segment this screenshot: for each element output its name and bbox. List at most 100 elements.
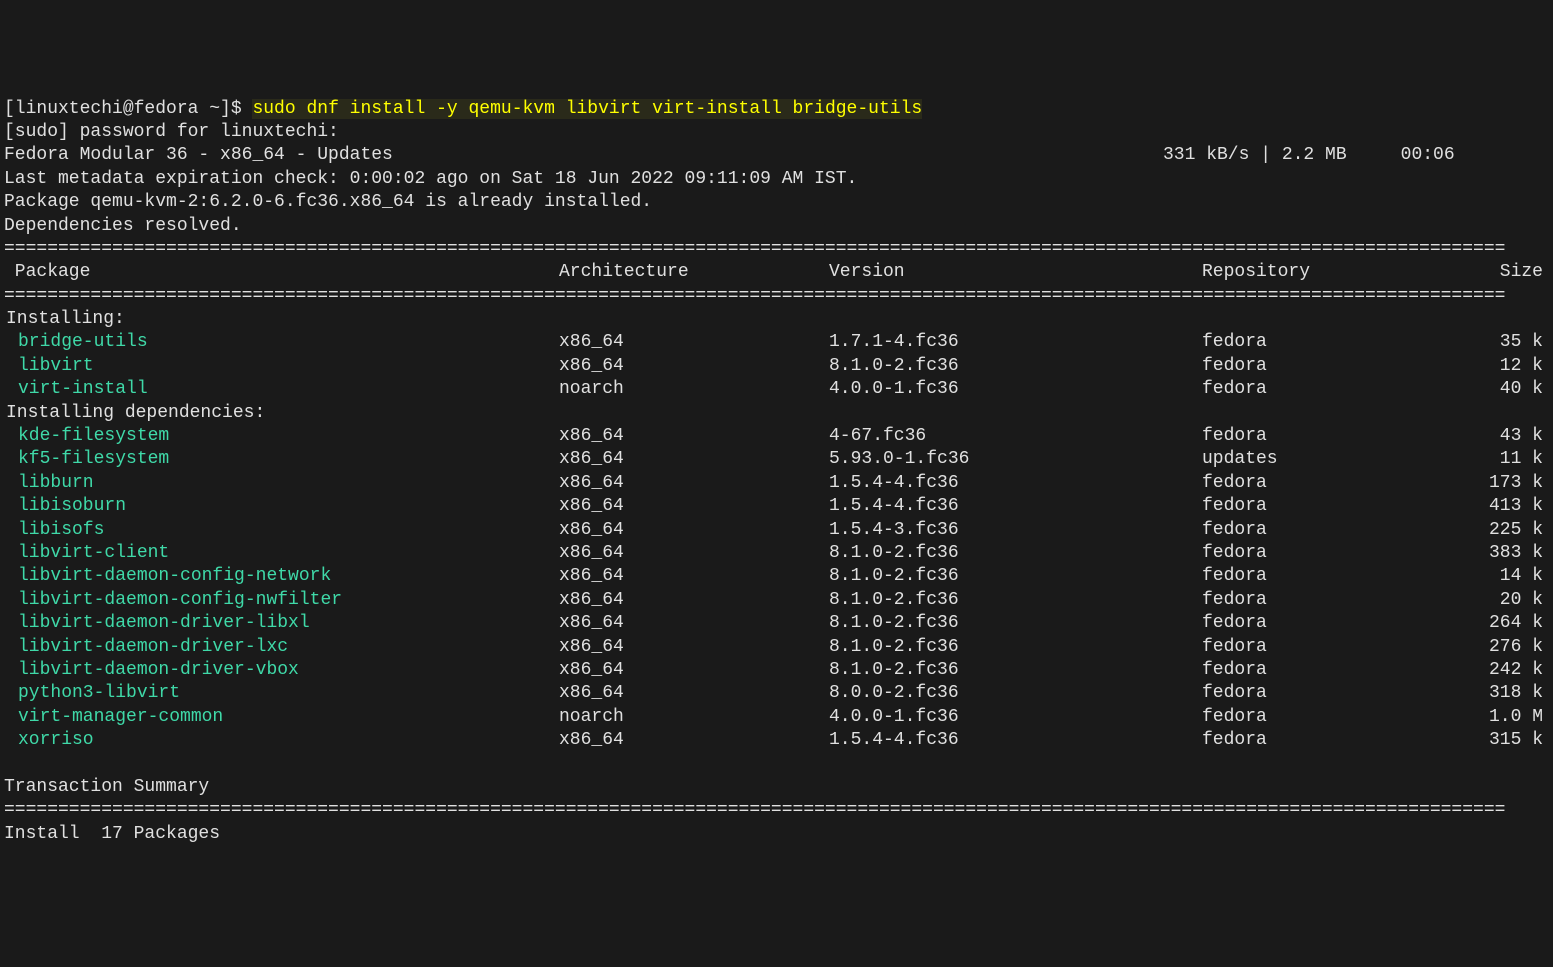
pkg-version: 8.1.0-2.fc36 — [829, 542, 1202, 565]
pkg-arch: x86_64 — [559, 729, 829, 752]
pkg-repo: fedora — [1202, 472, 1477, 495]
pkg-size: 14 k — [1477, 565, 1543, 588]
pkg-version: 1.5.4-4.fc36 — [829, 495, 1202, 518]
pkg-size: 12 k — [1477, 355, 1543, 378]
table-row: libvirtx86_648.1.0-2.fc36fedora12 k — [4, 355, 1549, 378]
table-header: PackageArchitectureVersionRepositorySize — [4, 261, 1549, 284]
pkg-arch: x86_64 — [559, 355, 829, 378]
pkg-version: 1.7.1-4.fc36 — [829, 331, 1202, 354]
table-row: libisofsx86_641.5.4-3.fc36fedora225 k — [4, 519, 1549, 542]
table-row: libvirt-daemon-driver-libxlx86_648.1.0-2… — [4, 612, 1549, 635]
pkg-name: virt-install — [4, 378, 559, 401]
pkg-name: bridge-utils — [4, 331, 559, 354]
pkg-size: 318 k — [1477, 682, 1543, 705]
pkg-name: libvirt-daemon-config-nwfilter — [4, 589, 559, 612]
table-row: libvirt-daemon-config-nwfilterx86_648.1.… — [4, 589, 1549, 612]
divider-top: ========================================… — [4, 238, 1549, 261]
table-row: libvirt-daemon-driver-lxcx86_648.1.0-2.f… — [4, 636, 1549, 659]
sudo-prompt: [sudo] password for linuxtechi: — [4, 122, 339, 142]
table-row: python3-libvirtx86_648.0.0-2.fc36fedora3… — [4, 682, 1549, 705]
pkg-repo: fedora — [1202, 495, 1477, 518]
deps-resolved: Dependencies resolved. — [4, 216, 242, 236]
pkg-name: xorriso — [4, 729, 559, 752]
pkg-repo: fedora — [1202, 729, 1477, 752]
pkg-name: libisoburn — [4, 495, 559, 518]
header-repo: Repository — [1202, 261, 1477, 284]
table-row: xorrisox86_641.5.4-4.fc36fedora315 k — [4, 729, 1549, 752]
metadata-check: Last metadata expiration check: 0:00:02 … — [4, 169, 857, 189]
pkg-name: virt-manager-common — [4, 706, 559, 729]
pkg-name: libvirt-daemon-driver-libxl — [4, 612, 559, 635]
pkg-version: 4-67.fc36 — [829, 425, 1202, 448]
pkg-version: 4.0.0-1.fc36 — [829, 378, 1202, 401]
pkg-name: libburn — [4, 472, 559, 495]
pkg-repo: fedora — [1202, 565, 1477, 588]
pkg-name: libvirt-daemon-driver-lxc — [4, 636, 559, 659]
pkg-size: 40 k — [1477, 378, 1543, 401]
pkg-name: kf5-filesystem — [4, 448, 559, 471]
pkg-size: 225 k — [1477, 519, 1543, 542]
pkg-size: 242 k — [1477, 659, 1543, 682]
repo-status-row: Fedora Modular 36 - x86_64 - Updates331 … — [4, 144, 1549, 167]
pkg-repo: fedora — [1202, 378, 1477, 401]
pkg-version: 8.1.0-2.fc36 — [829, 589, 1202, 612]
pkg-size: 264 k — [1477, 612, 1543, 635]
divider-bottom: ========================================… — [4, 799, 1549, 822]
pkg-arch: x86_64 — [559, 565, 829, 588]
table-row: libburnx86_641.5.4-4.fc36fedora173 k — [4, 472, 1549, 495]
pkg-repo: fedora — [1202, 682, 1477, 705]
terminal-output: [linuxtechi@fedora ~]$ sudo dnf install … — [4, 74, 1549, 846]
pkg-version: 8.0.0-2.fc36 — [829, 682, 1202, 705]
installing-section: Installing: — [4, 309, 125, 329]
pkg-size: 276 k — [1477, 636, 1543, 659]
pkg-repo: fedora — [1202, 355, 1477, 378]
pkg-arch: x86_64 — [559, 659, 829, 682]
pkg-size: 11 k — [1477, 448, 1543, 471]
pkg-repo: fedora — [1202, 425, 1477, 448]
repo-stats: 331 kB/s | 2.2 MB 00:06 — [1163, 144, 1455, 167]
pkg-version: 4.0.0-1.fc36 — [829, 706, 1202, 729]
pkg-size: 35 k — [1477, 331, 1543, 354]
pkg-version: 1.5.4-4.fc36 — [829, 472, 1202, 495]
pkg-arch: x86_64 — [559, 448, 829, 471]
pkg-size: 315 k — [1477, 729, 1543, 752]
pkg-repo: fedora — [1202, 706, 1477, 729]
installing-deps-section: Installing dependencies: — [4, 403, 265, 423]
pkg-arch: noarch — [559, 706, 829, 729]
pkg-name: libvirt-daemon-driver-vbox — [4, 659, 559, 682]
table-row: bridge-utilsx86_641.7.1-4.fc36fedora35 k — [4, 331, 1549, 354]
already-installed: Package qemu-kvm-2:6.2.0-6.fc36.x86_64 i… — [4, 192, 652, 212]
prompt-prefix: [linuxtechi@fedora ~]$ sudo dnf install … — [4, 99, 922, 119]
pkg-arch: x86_64 — [559, 495, 829, 518]
pkg-version: 8.1.0-2.fc36 — [829, 355, 1202, 378]
pkg-repo: fedora — [1202, 589, 1477, 612]
pkg-name: python3-libvirt — [4, 682, 559, 705]
pkg-name: libisofs — [4, 519, 559, 542]
pkg-version: 8.1.0-2.fc36 — [829, 565, 1202, 588]
pkg-version: 8.1.0-2.fc36 — [829, 612, 1202, 635]
header-version: Version — [829, 261, 1202, 284]
pkg-name: libvirt-daemon-config-network — [4, 565, 559, 588]
pkg-repo: updates — [1202, 448, 1477, 471]
pkg-arch: x86_64 — [559, 636, 829, 659]
pkg-repo: fedora — [1202, 519, 1477, 542]
pkg-arch: x86_64 — [559, 612, 829, 635]
pkg-arch: x86_64 — [559, 331, 829, 354]
table-row: libisoburnx86_641.5.4-4.fc36fedora413 k — [4, 495, 1549, 518]
table-row: virt-installnoarch4.0.0-1.fc36fedora40 k — [4, 378, 1549, 401]
pkg-arch: x86_64 — [559, 589, 829, 612]
table-row: kde-filesystemx86_644-67.fc36fedora43 k — [4, 425, 1549, 448]
pkg-repo: fedora — [1202, 636, 1477, 659]
header-size: Size — [1477, 261, 1543, 284]
pkg-name: libvirt-client — [4, 542, 559, 565]
pkg-arch: x86_64 — [559, 472, 829, 495]
pkg-version: 1.5.4-4.fc36 — [829, 729, 1202, 752]
repo-name: Fedora Modular 36 - x86_64 - Updates — [4, 144, 1163, 167]
table-row: libvirt-daemon-driver-vboxx86_648.1.0-2.… — [4, 659, 1549, 682]
pkg-size: 383 k — [1477, 542, 1543, 565]
pkg-arch: x86_64 — [559, 682, 829, 705]
pkg-version: 1.5.4-3.fc36 — [829, 519, 1202, 542]
pkg-version: 5.93.0-1.fc36 — [829, 448, 1202, 471]
pkg-arch: noarch — [559, 378, 829, 401]
pkg-arch: x86_64 — [559, 425, 829, 448]
